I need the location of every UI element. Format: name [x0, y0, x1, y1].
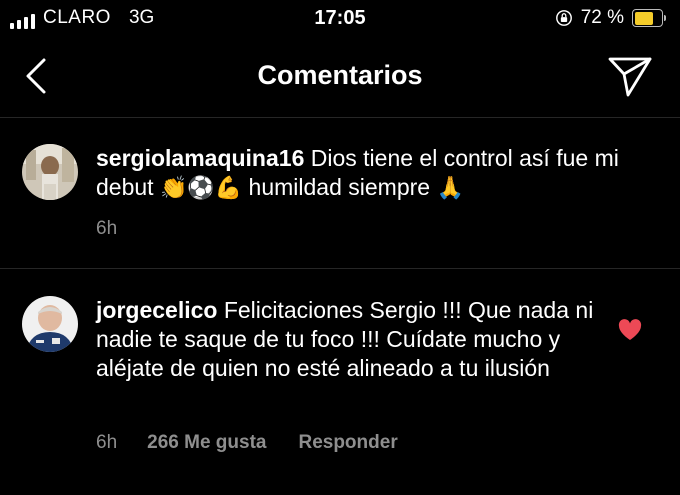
like-button[interactable]	[618, 319, 642, 341]
comment-meta: 6h 266 Me gusta Responder	[96, 432, 398, 454]
caption-timestamp: 6h	[96, 218, 118, 239]
caption-divider	[0, 268, 680, 269]
clap-soccer-muscle-emoji: 👏⚽💪	[159, 176, 243, 201]
nav-divider	[0, 117, 680, 118]
share-button[interactable]	[606, 54, 654, 98]
orientation-lock-icon	[555, 10, 572, 26]
navigation-bar: Comentarios	[0, 38, 680, 118]
pray-emoji: 🙏	[436, 176, 464, 201]
comment-text: jorgecelico Felicitaciones Sergio !!! Qu…	[96, 296, 616, 383]
avatar[interactable]	[22, 144, 78, 200]
likes-count-link[interactable]: 266 Me gusta	[147, 432, 266, 454]
comment-timestamp: 6h	[96, 432, 118, 453]
status-right: 72 %	[555, 7, 666, 29]
heart-filled-icon	[618, 319, 642, 340]
caption-text: sergiolamaquina16 Dios tiene el control …	[96, 144, 656, 203]
reply-button[interactable]: Responder	[298, 432, 397, 454]
caption-meta: 6h	[96, 218, 117, 240]
caption-body-2: humildad siempre	[242, 174, 437, 200]
battery-icon	[632, 9, 666, 27]
comment-username[interactable]: jorgecelico	[96, 297, 217, 323]
avatar-image	[22, 144, 78, 200]
page-title: Comentarios	[257, 60, 423, 90]
avatar[interactable]	[22, 296, 78, 352]
paper-plane-icon	[608, 57, 652, 97]
battery-percent: 72 %	[580, 7, 624, 28]
caption-username[interactable]: sergiolamaquina16	[96, 145, 304, 171]
status-bar: CLARO 3G 17:05 72 %	[0, 0, 680, 38]
avatar-image	[22, 296, 78, 352]
